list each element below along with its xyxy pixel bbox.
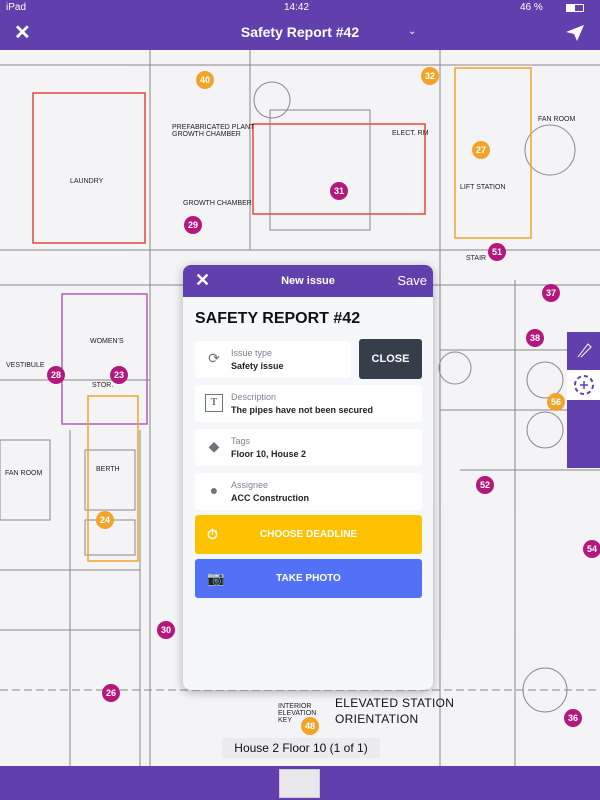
clock: 14:42 [284, 2, 310, 13]
issue-pin[interactable]: 51 [488, 243, 506, 261]
issue-pin[interactable]: 29 [184, 216, 202, 234]
issue-pin[interactable]: 52 [476, 476, 494, 494]
issue-pin[interactable]: 54 [583, 540, 600, 558]
room-label: FAN ROOM [5, 470, 43, 477]
room-label: LAUNDRY [70, 178, 104, 185]
dialog-title: New issue [281, 275, 335, 287]
dialog-header: ✕ New issue Save [183, 265, 433, 297]
room-label: STOR. [92, 382, 114, 389]
button-label: CHOOSE DEADLINE [259, 529, 358, 540]
issue-pin[interactable]: 27 [472, 141, 490, 159]
issue-pin[interactable]: 23 [110, 366, 128, 384]
chevron-down-icon[interactable]: ⌄ [408, 26, 416, 37]
sheet-caption: House 2 Floor 10 (1 of 1) [222, 738, 380, 758]
issue-pin[interactable]: 38 [526, 329, 544, 347]
field-label: Description [231, 392, 277, 402]
issue-pin[interactable]: 24 [96, 511, 114, 529]
room-label: STAIR [466, 255, 487, 262]
tool-panel [567, 332, 600, 468]
field-value: The pipes have not been secured [231, 405, 374, 415]
add-pin-button[interactable] [567, 370, 600, 400]
room-label: ELECT. RM [392, 130, 429, 137]
battery-level: 46 % [520, 2, 543, 13]
assignee-field[interactable]: ● Assignee ACC Construction [195, 473, 422, 510]
bottom-bar [0, 766, 600, 800]
field-label: Assignee [231, 480, 269, 490]
drawing-title: ORIENTATION [335, 712, 419, 726]
issue-pin[interactable]: 32 [421, 67, 439, 85]
issue-pin[interactable]: 36 [564, 709, 582, 727]
issue-pin[interactable]: 48 [301, 717, 319, 735]
choose-deadline-button[interactable]: ⏱ CHOOSE DEADLINE [195, 515, 422, 554]
issue-pin[interactable]: 56 [547, 393, 565, 411]
room-label: WOMEN'S [90, 338, 124, 345]
tag-icon: ◆ [208, 438, 220, 454]
person-icon: ● [209, 482, 219, 498]
field-value: Safety issue [231, 361, 284, 371]
pen-icon[interactable] [574, 340, 594, 360]
text-icon: T [205, 394, 223, 412]
issue-pin[interactable]: 40 [196, 71, 214, 89]
close-issue-button[interactable]: CLOSE [359, 339, 422, 379]
field-label: Issue type [231, 348, 273, 358]
report-heading: SAFETY REPORT #42 [195, 310, 361, 327]
issue-pin[interactable]: 37 [542, 284, 560, 302]
page-title[interactable]: Safety Report #42 [0, 24, 600, 40]
sheet-thumbnail[interactable] [279, 769, 320, 798]
stopwatch-icon: ⏱ [207, 526, 218, 542]
room-label: GROWTH CHAMBER [183, 200, 252, 207]
room-label: PREFABRICATED PLANT GROWTH CHAMBER [172, 124, 255, 138]
field-value: ACC Construction [231, 493, 309, 503]
add-circle-icon [574, 375, 594, 395]
room-label: VESTIBULE [6, 362, 45, 369]
field-value: Floor 10, House 2 [231, 449, 307, 459]
button-label: TAKE PHOTO [276, 573, 341, 584]
status-bar: iPad 14:42 46 % [0, 0, 600, 16]
new-issue-dialog: ✕ New issue Save SAFETY REPORT #42 ⟳ Iss… [183, 265, 433, 690]
room-label: LIFT STATION [460, 184, 506, 191]
top-nav-bar: ✕ Safety Report #42 ⌄ [0, 16, 600, 50]
room-label: FAN ROOM [538, 116, 576, 123]
issue-pin[interactable]: 28 [47, 366, 65, 384]
room-label: BERTH [96, 466, 120, 473]
issue-pin[interactable]: 30 [157, 621, 175, 639]
drawing-title: ELEVATED STATION [335, 696, 455, 710]
take-photo-button[interactable]: 📷 TAKE PHOTO [195, 559, 422, 598]
tags-field[interactable]: ◆ Tags Floor 10, House 2 [195, 429, 422, 466]
field-label: Tags [231, 436, 251, 446]
camera-icon: 📷 [207, 570, 225, 586]
battery-icon [566, 4, 584, 12]
issue-pin[interactable]: 26 [102, 684, 120, 702]
save-button[interactable]: Save [397, 273, 427, 288]
issue-pin[interactable]: 31 [330, 182, 348, 200]
issue-type-icon: ⟳ [208, 350, 220, 366]
issue-type-field[interactable]: ⟳ Issue type Safety issue [195, 341, 351, 378]
description-field[interactable]: T Description The pipes have not been se… [195, 385, 422, 422]
paper-plane-icon[interactable] [565, 24, 585, 42]
device-name: iPad [6, 2, 27, 13]
